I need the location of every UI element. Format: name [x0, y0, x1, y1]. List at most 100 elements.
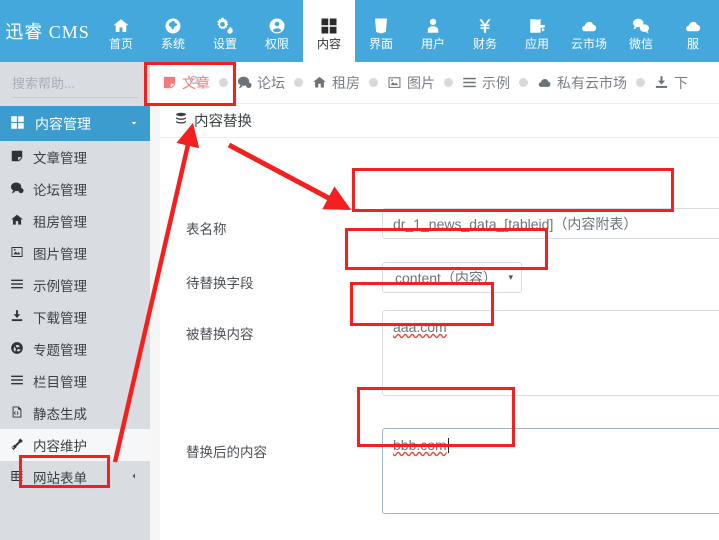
- topnav-item-11[interactable]: 服: [667, 0, 719, 62]
- label-table-name: 表名称: [186, 222, 227, 237]
- topnav-item-1[interactable]: 系统: [147, 0, 199, 62]
- comment-icon: [10, 181, 24, 198]
- subnav-separator-dot: [636, 78, 645, 87]
- topnav-item-label: 界面: [368, 37, 393, 51]
- topnav-item-label: 设置: [212, 37, 237, 51]
- subnav-item-6[interactable]: 下: [654, 73, 688, 93]
- home-icon: [10, 213, 24, 230]
- comment-icon: [237, 75, 252, 90]
- sidebar-item-label: 专题管理: [33, 343, 87, 358]
- topnav-item-label: 微信: [628, 37, 653, 51]
- topnav-item-10[interactable]: 微信: [615, 0, 667, 62]
- topnav-item-4[interactable]: 内容: [303, 0, 355, 62]
- chevron-down-icon[interactable]: [128, 116, 140, 132]
- home-icon: [112, 13, 130, 35]
- search-content-textarea[interactable]: aaa.com: [382, 310, 719, 396]
- sidebar-group-content-management[interactable]: 内容管理: [0, 106, 159, 141]
- subnav-item-3[interactable]: 图片: [387, 73, 435, 93]
- panel-header: 内容替换: [160, 104, 719, 138]
- cloud-icon: [537, 75, 552, 90]
- brand-logo: 迅睿 CMS: [5, 22, 90, 42]
- label-replace-content: 替换后的内容: [186, 445, 267, 460]
- table-name-input[interactable]: [382, 208, 719, 239]
- person-icon: [424, 13, 442, 35]
- image-icon: [10, 245, 24, 262]
- subnav-item-1[interactable]: 论坛: [237, 73, 285, 93]
- chevron-right-icon[interactable]: [128, 470, 140, 485]
- target-field-select[interactable]: content（内容） ▾: [382, 262, 522, 293]
- subnav-item-2[interactable]: 租房: [312, 73, 360, 93]
- sidebar-item-1[interactable]: 论坛管理: [0, 173, 150, 205]
- topnav-item-8[interactable]: 应用: [511, 0, 563, 62]
- sidebar-item-label: 内容维护: [33, 439, 87, 454]
- chevron-down-icon: ▾: [508, 272, 513, 282]
- content-replace-panel: 内容替换 表名称 待替换字段 content（内容） ▾: [160, 104, 719, 540]
- file-code-icon: [10, 405, 24, 422]
- search-icon[interactable]: [188, 74, 203, 92]
- sidebar-item-label: 栏目管理: [33, 375, 87, 390]
- search-content-value: aaa.com: [393, 319, 447, 335]
- top-nav-items: 首页 系统 设置 权限 内容 界面 用户 财务 应用 云市场 微信 服: [95, 0, 719, 62]
- sidebar-item-label: 网站表单: [33, 471, 87, 486]
- sidebar-item-7[interactable]: 栏目管理: [0, 365, 150, 397]
- compass-icon: [10, 341, 24, 358]
- search-input[interactable]: [12, 75, 188, 91]
- label-target-field: 待替换字段: [186, 276, 254, 291]
- subnav-separator-dot: [444, 78, 453, 87]
- sidebar-item-label: 下载管理: [33, 311, 87, 326]
- subnav-item-label: 租房: [332, 74, 360, 91]
- topnav-item-6[interactable]: 用户: [407, 0, 459, 62]
- sidebar-item-6[interactable]: 专题管理: [0, 333, 150, 365]
- html5-icon: [372, 13, 390, 35]
- sidebar-item-8[interactable]: 静态生成: [0, 397, 150, 429]
- globe-icon: [164, 13, 182, 35]
- download-icon: [654, 75, 669, 90]
- topnav-item-2[interactable]: 设置: [199, 0, 251, 62]
- sidebar-group-label: 内容管理: [35, 115, 91, 132]
- sidebar-item-4[interactable]: 示例管理: [0, 269, 150, 301]
- sidebar-item-10[interactable]: 网站表单: [0, 461, 150, 493]
- sidebar-item-2[interactable]: 租房管理: [0, 205, 150, 237]
- topnav-item-7[interactable]: 财务: [459, 0, 511, 62]
- user-circle-icon: [268, 13, 286, 35]
- subnav-item-label: 下: [674, 74, 688, 91]
- sidebar-item-3[interactable]: 图片管理: [0, 237, 150, 269]
- grid-icon: [320, 13, 338, 35]
- wrench-icon: [10, 437, 24, 454]
- grid-icon: [10, 115, 25, 133]
- sidebar-item-label: 图片管理: [33, 247, 87, 262]
- note-icon: [10, 149, 24, 166]
- puzzle-icon: [528, 13, 546, 35]
- sidebar-search: [0, 62, 201, 106]
- module-sub-navigation: 文章论坛租房图片示例私有云市场下: [140, 62, 719, 104]
- subnav-item-4[interactable]: 示例: [462, 73, 510, 93]
- subnav-separator-dot: [519, 78, 528, 87]
- subnav-separator-dot: [369, 78, 378, 87]
- subnav-item-label: 示例: [482, 74, 510, 91]
- topnav-item-9[interactable]: 云市场: [563, 0, 615, 62]
- sidebar-item-label: 论坛管理: [33, 183, 87, 198]
- topnav-item-5[interactable]: 界面: [355, 0, 407, 62]
- target-field-selected-value: content（内容）: [395, 269, 497, 286]
- topnav-item-0[interactable]: 首页: [95, 0, 147, 62]
- topnav-item-label: 内容: [316, 37, 341, 51]
- sidebar: 内容管理 文章管理论坛管理租房管理图片管理示例管理下载管理专题管理栏目管理静态生…: [0, 62, 201, 540]
- sidebar-item-5[interactable]: 下载管理: [0, 301, 150, 333]
- app-window: 迅睿 CMS 首页系统设置权限内容界面用户财务应用云市场微信服 文章论坛租房图片…: [0, 0, 719, 540]
- cloud-icon: [580, 13, 598, 35]
- download-icon: [10, 309, 24, 326]
- list-icon: [10, 277, 24, 294]
- list-icon: [462, 75, 477, 90]
- sidebar-item-0[interactable]: 文章管理: [0, 141, 150, 173]
- database-icon: [174, 112, 188, 130]
- subnav-item-label: 私有云市场: [557, 74, 627, 91]
- list-icon: [10, 373, 24, 390]
- main-content: 内容替换 表名称 待替换字段 content（内容） ▾: [150, 104, 719, 540]
- sidebar-item-list: 文章管理论坛管理租房管理图片管理示例管理下载管理专题管理栏目管理静态生成内容维护…: [0, 141, 150, 493]
- topnav-item-label: 应用: [524, 37, 549, 51]
- sidebar-item-9[interactable]: 内容维护: [0, 429, 150, 461]
- subnav-item-5[interactable]: 私有云市场: [537, 73, 627, 93]
- replace-content-textarea[interactable]: bbb.com: [382, 428, 719, 514]
- topnav-item-3[interactable]: 权限: [251, 0, 303, 62]
- sidebar-item-label: 静态生成: [33, 407, 87, 422]
